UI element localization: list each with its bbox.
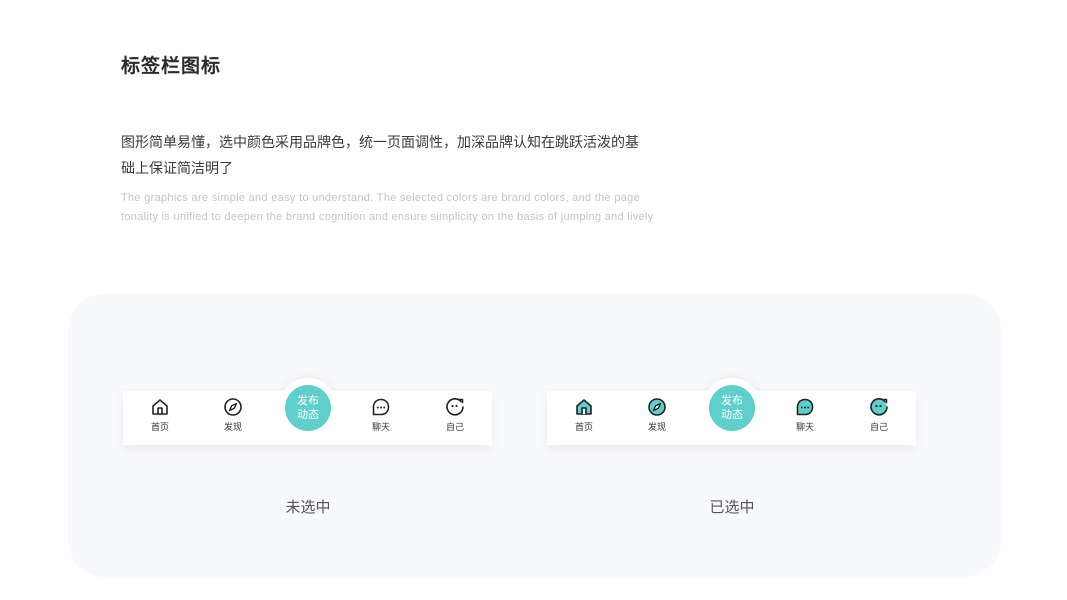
tab-chat-label: 聊天 — [371, 423, 390, 433]
tab-chat-label: 聊天 — [795, 423, 814, 433]
compass-icon — [648, 398, 666, 416]
tab-me[interactable]: 自己 — [433, 397, 477, 441]
tab-chat[interactable]: 聊天 — [783, 397, 827, 441]
face-icon — [446, 398, 464, 416]
description-chinese-line-1: 图形简单易懂，选中颜色采用品牌色，统一页面调性，加深品牌认知在跳跃活泼的基 — [121, 135, 639, 151]
publish-button-line-1: 发布 — [721, 394, 743, 407]
description-chinese-line-2: 础上保证简洁明了 — [121, 161, 233, 177]
tab-home-label: 首页 — [574, 423, 593, 433]
tab-discover-label: 发现 — [223, 423, 242, 433]
section-title: 标签栏图标 — [121, 55, 222, 77]
tab-me-label: 自己 — [445, 423, 464, 433]
tab-home[interactable]: 首页 — [138, 397, 182, 441]
tab-discover[interactable]: 发现 — [211, 397, 255, 441]
chat-bubble-icon — [372, 398, 390, 416]
publish-button[interactable]: 发布 动态 — [285, 385, 331, 431]
compass-icon — [224, 398, 242, 416]
home-icon — [152, 399, 168, 415]
tab-discover[interactable]: 发现 — [635, 397, 679, 441]
tabbar-unselected: 首页 发现 发布 动态 聊天 自己 — [123, 378, 492, 445]
description-english-line-1: The graphics are simple and easy to unde… — [121, 192, 640, 204]
page: 标签栏图标 图形简单易懂，选中颜色采用品牌色，统一页面调性，加深品牌认知在跳跃活… — [0, 0, 1067, 600]
publish-button-line-1: 发布 — [297, 394, 319, 407]
face-icon — [870, 398, 888, 416]
tabbar-selected: 首页 发现 发布 动态 聊天 自己 — [547, 378, 916, 445]
tab-home-label: 首页 — [150, 423, 169, 433]
description-chinese: 图形简单易懂，选中颜色采用品牌色，统一页面调性，加深品牌认知在跳跃活泼的基 础上… — [121, 130, 681, 182]
description-english-line-2: tonality is unified to deepen the brand … — [121, 211, 654, 223]
tab-chat[interactable]: 聊天 — [359, 397, 403, 441]
description-english: The graphics are simple and easy to unde… — [121, 189, 721, 227]
chat-bubble-icon — [796, 398, 814, 416]
home-icon — [576, 399, 592, 415]
publish-button-line-2: 动态 — [297, 408, 319, 421]
tab-discover-label: 发现 — [647, 423, 666, 433]
state-label-selected: 已选中 — [709, 498, 755, 516]
tab-me-label: 自己 — [869, 423, 888, 433]
state-label-unselected: 未选中 — [285, 498, 331, 516]
publish-button-line-2: 动态 — [721, 408, 743, 421]
publish-button[interactable]: 发布 动态 — [709, 385, 755, 431]
tab-me[interactable]: 自己 — [857, 397, 901, 441]
tab-home[interactable]: 首页 — [562, 397, 606, 441]
